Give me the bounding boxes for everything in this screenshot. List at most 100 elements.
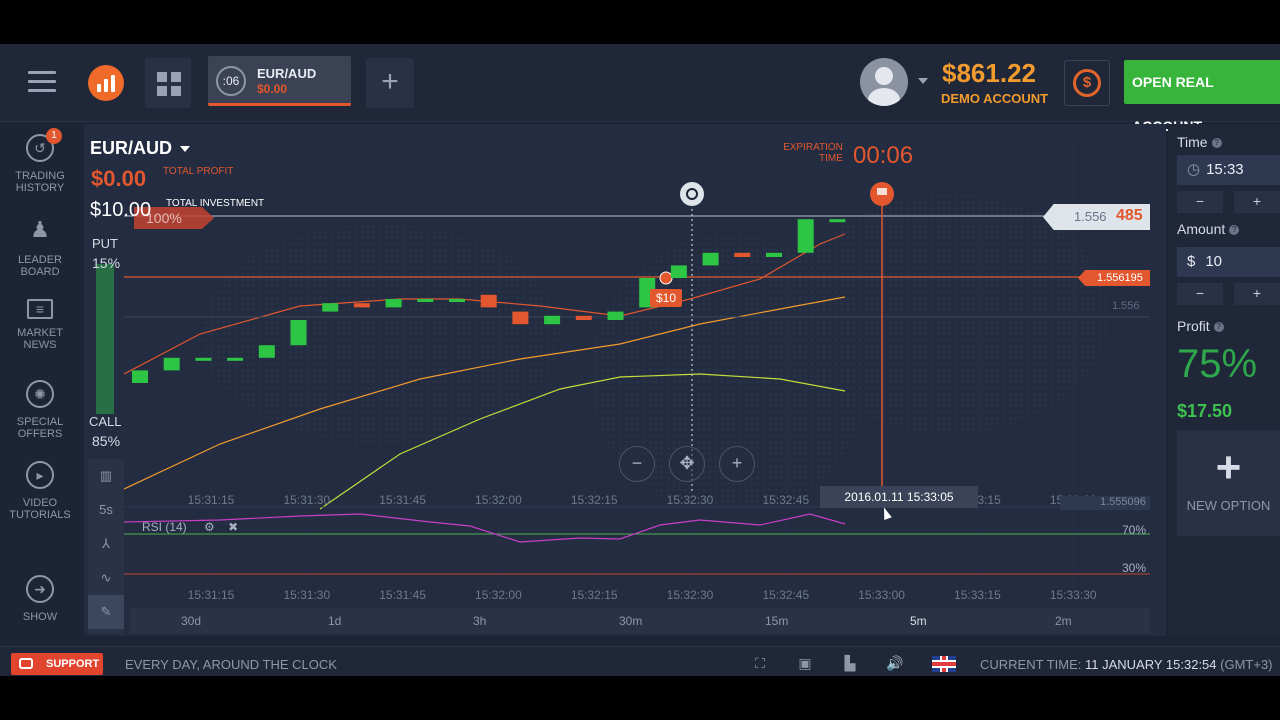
expiration-countdown: 00:06 [853,142,914,169]
timeframe-3h[interactable]: 3h [473,614,486,628]
sidebar-item-leader-board[interactable]: ♟ LEADER BOARD [0,217,80,279]
right-panel: Time? ◷ 15:33 − + Amount? $10 − + Profit?… [1168,124,1280,636]
dollar-swap-icon: $ [1073,69,1101,97]
put-label: PUT [92,236,118,251]
sidebar-item-label: LEADER BOARD [17,254,63,278]
account-type: DEMO ACCOUNT [941,91,1049,106]
price-level-tag: 1.556 [1112,300,1140,312]
chart-type-icon[interactable]: ▥ [88,459,124,493]
timeframe-1d[interactable]: 1d [328,614,341,628]
leaderboard-icon: ♟ [30,217,50,242]
timeframe-bar: 30d 1d 3h 30m 15m 5m 2m [130,608,1150,634]
help-icon[interactable]: ? [1211,138,1222,148]
current-price-accent: 485 [1116,207,1143,224]
time-stepper: − + [1177,191,1280,213]
indicators-icon[interactable]: ⅄ [88,527,124,561]
arrow-right-icon: ➜ [26,575,54,603]
timeframe-5m[interactable]: 5m [910,614,927,628]
timezone: (GMT+3) [1220,657,1273,672]
offers-icon: ✺ [26,380,54,408]
plus-icon: + [1215,443,1242,492]
sidebar-item-trading-history[interactable]: ↺ 1 TRADING HISTORY [0,128,80,194]
chevron-down-icon[interactable] [180,146,190,152]
gear-icon[interactable]: ⚙ [204,520,215,534]
amount-input[interactable]: $10 [1177,247,1280,277]
menu-icon[interactable] [28,71,56,93]
zoom-out-button[interactable]: − [619,446,655,482]
chevron-down-icon[interactable] [918,78,928,84]
chat-icon [19,658,33,669]
total-profit-value: $0.00 [91,166,147,191]
asset-tab[interactable]: :06 EUR/AUD $0.00 [208,56,351,106]
amount-label: Amount? [1177,221,1240,237]
amount-minus-button[interactable]: − [1177,283,1223,305]
current-price-main: 1.556 [1074,209,1107,224]
trading-app: :06 EUR/AUD $0.00 + $861.22 DEMO ACCOUNT… [0,44,1280,676]
support-label: SUPPORT [46,658,100,670]
chart-asset-title[interactable]: EUR/AUD [90,138,172,159]
avatar[interactable] [860,58,908,106]
current-time-label: CURRENT TIME: [980,657,1082,672]
asset-tab-profit: $0.00 [257,82,288,96]
clock-icon: ◷ [1187,161,1201,178]
timeframe-button[interactable]: 5s [88,493,124,527]
current-price-tag: 1.556 485 [1043,204,1150,230]
timeframe-15m[interactable]: 15m [765,614,788,628]
sidebar-item-market-news[interactable]: ≡ MARKET NEWS [0,299,80,351]
timeframe-30m[interactable]: 30m [619,614,642,628]
top-bar: :06 EUR/AUD $0.00 + $861.22 DEMO ACCOUNT… [0,44,1280,134]
new-option-label: NEW OPTION [1186,498,1271,513]
sidebar-item-video-tutorials[interactable]: ▸ VIDEO TUTORIALS [0,461,80,521]
timeframe-2m[interactable]: 2m [1055,614,1072,628]
asset-grid-button[interactable] [145,58,191,108]
amount-plus-button[interactable]: + [1234,283,1280,305]
left-sidebar: ↺ 1 TRADING HISTORY ♟ LEADER BOARD ≡ MARK… [0,124,80,644]
total-investment-label: TOTAL INVESTMENT [166,198,265,209]
low-price-tag: 1.555096 [1060,496,1150,510]
total-investment-value: $10.00 [90,199,152,221]
fullscreen-icon[interactable]: ⛶ [751,655,769,671]
bottom-bar: SUPPORT EVERY DAY, AROUND THE CLOCK ⛶ ▣ … [0,646,1280,676]
new-option-button[interactable]: + NEW OPTION [1177,430,1280,536]
sidebar-show-button[interactable]: ➜ SHOW [0,575,80,623]
notification-badge: 1 [46,128,62,144]
profit-label: Profit? [1177,318,1224,334]
time-input[interactable]: ◷ 15:33 [1177,155,1280,185]
add-tab-button[interactable]: + [366,58,414,108]
timeframe-30d[interactable]: 30d [181,614,201,628]
currency-symbol: $ [1187,253,1196,270]
asset-tab-timer: :06 [216,66,246,96]
logo-icon[interactable] [88,65,124,101]
support-button[interactable]: SUPPORT [11,653,103,675]
news-icon: ≡ [27,299,53,319]
close-icon[interactable]: ✖ [228,520,238,534]
deposit-button[interactable]: $ [1064,60,1110,106]
help-icon[interactable]: ? [1229,225,1240,235]
time-minus-button[interactable]: − [1177,191,1223,213]
uk-flag-icon[interactable] [932,656,956,672]
current-time-value: 11 JANUARY 15:32:54 [1084,657,1217,672]
sidebar-item-special-offers[interactable]: ✺ SPECIAL OFFERS [0,380,80,440]
put-percent: 15% [92,255,121,271]
rsi-label: RSI (14) ⚙ ✖ [142,520,238,534]
play-icon: ▸ [26,461,54,489]
support-tagline: EVERY DAY, AROUND THE CLOCK [125,657,337,672]
call-percent: 85% [92,433,121,449]
zoom-in-button[interactable]: + [719,446,755,482]
rsi-upper-label: 70% [1122,523,1147,537]
help-icon[interactable]: ? [1213,322,1224,332]
sound-icon[interactable]: 🔊 [886,655,904,671]
time-label: Time? [1177,134,1222,150]
chart-settings-icon[interactable]: ▙ [841,655,859,671]
time-plus-button[interactable]: + [1234,191,1280,213]
pencil-icon[interactable]: ✎ [88,595,124,629]
recenter-button[interactable]: ✥ [669,446,705,482]
sidebar-item-label: SPECIAL OFFERS [16,416,64,440]
strike-price-tag: 1.556195 [1078,270,1150,286]
total-profit-label: TOTAL PROFIT [163,166,234,177]
account-balance[interactable]: $861.22 [942,58,1036,89]
open-real-account-button[interactable]: OPEN REAL ACCOUNT [1124,60,1280,134]
sidebar-item-label: SHOW [22,611,58,623]
layout-icon[interactable]: ▣ [796,655,814,671]
trend-icon[interactable]: ∿ [88,561,124,595]
